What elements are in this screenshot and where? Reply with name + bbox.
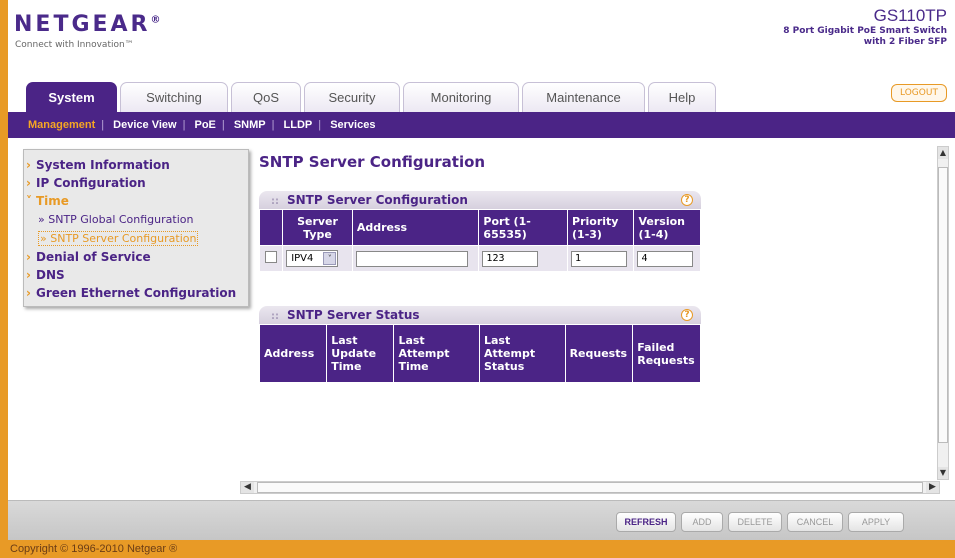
apply-button[interactable]: APPLY [848, 512, 904, 532]
model-description: 8 Port Gigabit PoE Smart Switch with 2 F… [783, 26, 947, 47]
subnav-management[interactable]: Management [28, 119, 95, 131]
main-tabs: System Switching QoS Security Monitoring… [8, 78, 955, 112]
nav-sntp-global-configuration[interactable]: » SNTP Global Configuration [24, 210, 248, 229]
model-info: GS110TP 8 Port Gigabit PoE Smart Switch … [777, 6, 947, 48]
col-port: Port (1-65535) [478, 209, 569, 246]
netgear-logo: NETGEAR® [14, 12, 161, 37]
model-name: GS110TP [873, 6, 947, 25]
table-row: IPV4 ˅ 123 1 4 [258, 245, 701, 272]
scroll-right-icon[interactable]: ▶ [926, 482, 939, 493]
scroll-left-icon[interactable]: ◀ [241, 482, 254, 493]
col-server-type: Server Type [282, 209, 353, 246]
subnav-snmp[interactable]: SNMP [234, 119, 266, 131]
subnav-services[interactable]: Services [330, 119, 375, 131]
chevron-down-icon: ˅ [323, 252, 337, 265]
app-window: NETGEAR® Connect with Innovation™ GS110T… [8, 0, 955, 540]
scroll-thumb[interactable] [257, 482, 923, 493]
chevron-right-icon: › [26, 250, 31, 264]
col-address: Address [351, 209, 480, 246]
col-requests: Requests [564, 324, 634, 383]
chevron-right-icon: › [26, 286, 31, 300]
nav-ip-configuration[interactable]: › IP Configuration [24, 174, 248, 192]
sntp-status-panel: :: SNTP Server Status ? Address Last Upda… [258, 306, 701, 383]
tagline: Connect with Innovation™ [15, 40, 134, 50]
logout-button[interactable]: LOGOUT [891, 84, 947, 102]
col-last-attempt-time: Last Attempt Time [393, 324, 480, 383]
server-type-select[interactable]: IPV4 ˅ [286, 250, 339, 267]
address-input[interactable] [355, 250, 468, 267]
add-button[interactable]: ADD [681, 512, 723, 532]
tab-help[interactable]: Help [648, 82, 716, 112]
subnav-poe[interactable]: PoE [195, 119, 216, 131]
col-last-update-time: Last Update Time [326, 324, 395, 383]
chevron-right-icon: › [26, 176, 31, 190]
col-last-attempt-status: Last Attempt Status [479, 324, 566, 383]
nav-sntp-server-configuration[interactable]: » SNTP Server Configuration [24, 229, 248, 248]
delete-button[interactable]: DELETE [728, 512, 782, 532]
tab-qos[interactable]: QoS [231, 82, 301, 112]
scroll-thumb[interactable] [938, 167, 948, 443]
subnav-lldp[interactable]: LLDP [284, 119, 313, 131]
tab-maintenance[interactable]: Maintenance [522, 82, 645, 112]
sub-navigation: Management | Device View | PoE | SNMP | LLDP… [8, 112, 955, 138]
nav-dns[interactable]: › DNS [24, 266, 248, 284]
help-icon[interactable]: ? [681, 309, 693, 321]
nav-green-ethernet[interactable]: › Green Ethernet Configuration [24, 284, 248, 302]
tab-switching[interactable]: Switching [120, 82, 228, 112]
chevron-right-icon: › [26, 268, 31, 282]
panel-header: :: SNTP Server Status ? [259, 306, 701, 324]
main-panel: SNTP Server Configuration :: SNTP Server … [253, 138, 940, 478]
refresh-button[interactable]: REFRESH [616, 512, 676, 532]
left-navigation: › System Information › IP Configuration ˅ T… [23, 149, 249, 307]
action-bar: REFRESH ADD DELETE CANCEL APPLY [8, 500, 955, 540]
col-failed-requests: Failed Requests [632, 324, 701, 383]
sntp-config-panel: :: SNTP Server Configuration ? Server Typ… [258, 191, 701, 272]
scroll-up-icon[interactable]: ▲ [938, 147, 948, 159]
content-area: › System Information › IP Configuration ˅ T… [8, 138, 955, 498]
copyright: Copyright © 1996-2010 Netgear ® [10, 543, 178, 555]
priority-input[interactable]: 1 [571, 250, 628, 267]
horizontal-scrollbar[interactable]: ◀ ▶ [240, 481, 940, 494]
sntp-status-table: Address Last Update Time Last Attempt Ti… [258, 324, 701, 383]
row-checkbox[interactable] [265, 251, 278, 263]
scroll-down-icon[interactable]: ▼ [938, 467, 948, 479]
tab-system[interactable]: System [26, 82, 117, 112]
chevron-right-icon: › [26, 158, 31, 172]
chevron-down-icon: ˅ [26, 194, 32, 208]
help-icon[interactable]: ? [681, 194, 693, 206]
sntp-config-table: Server Type Address Port (1-65535) Prior… [258, 209, 701, 272]
subnav-device-view[interactable]: Device View [113, 119, 176, 131]
version-input[interactable]: 4 [637, 250, 694, 267]
nav-time[interactable]: ˅ Time [24, 192, 248, 210]
page-title: SNTP Server Configuration [259, 153, 486, 171]
nav-denial-of-service[interactable]: › Denial of Service [24, 248, 248, 266]
col-address: Address [258, 324, 328, 383]
tab-security[interactable]: Security [304, 82, 400, 112]
cancel-button[interactable]: CANCEL [787, 512, 843, 532]
col-version: Version (1-4) [633, 209, 701, 246]
vertical-scrollbar[interactable]: ▲ ▼ [937, 146, 949, 480]
col-priority: Priority (1-3) [567, 209, 635, 246]
panel-header: :: SNTP Server Configuration ? [259, 191, 701, 209]
tab-monitoring[interactable]: Monitoring [403, 82, 519, 112]
header: NETGEAR® Connect with Innovation™ GS110T… [8, 0, 955, 75]
select-column-header [258, 209, 284, 246]
port-input[interactable]: 123 [482, 250, 539, 267]
nav-system-information[interactable]: › System Information [24, 156, 248, 174]
